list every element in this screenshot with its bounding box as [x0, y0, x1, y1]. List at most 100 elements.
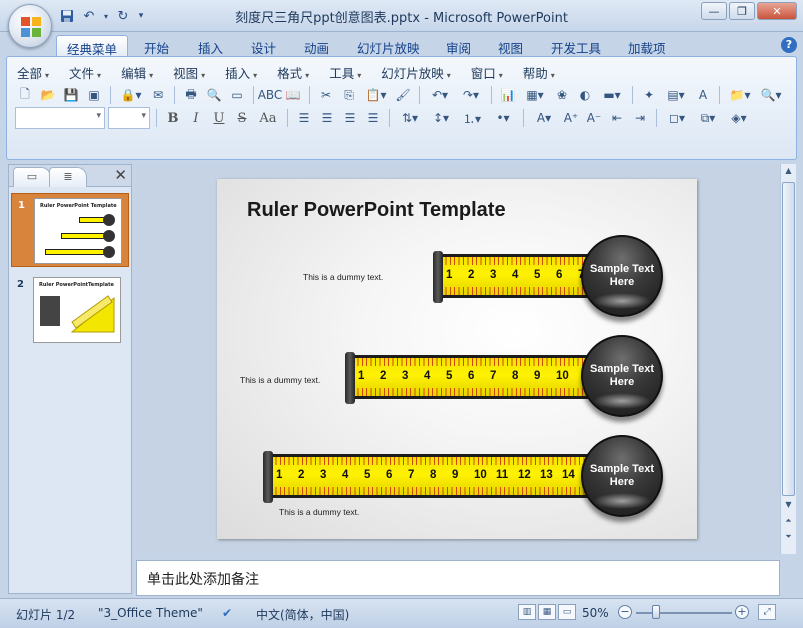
- bold-button[interactable]: B: [163, 108, 183, 128]
- restore-button[interactable]: ❐: [729, 2, 755, 20]
- send-icon[interactable]: ✉: [148, 85, 168, 105]
- menu-tools[interactable]: 工具 ▾: [319, 63, 371, 82]
- language-indicator[interactable]: 中文(简体，中国): [256, 606, 349, 623]
- tab-view[interactable]: 视图: [488, 35, 533, 57]
- numbering-icon[interactable]: ⒈▾: [458, 108, 486, 128]
- zoom-in-icon[interactable]: +: [735, 605, 749, 619]
- sample-text-badge[interactable]: Sample Text Here: [581, 435, 663, 517]
- slide[interactable]: Ruler PowerPoint Template This is a dumm…: [217, 179, 697, 539]
- new-document-icon[interactable]: 🗋: [15, 85, 35, 105]
- sample-text-badge[interactable]: Sample Text Here: [581, 335, 663, 417]
- previous-slide-icon[interactable]: ⏶: [781, 516, 796, 530]
- align-left-icon[interactable]: ☰: [294, 108, 314, 128]
- tab-developer[interactable]: 开发工具: [541, 35, 611, 57]
- save-icon[interactable]: 💾: [61, 85, 81, 105]
- shapes-icon[interactable]: ◻▾: [663, 108, 691, 128]
- text-direction-icon[interactable]: ⇅▾: [396, 108, 424, 128]
- slide-editing-area[interactable]: Ruler PowerPoint Template This is a dumm…: [136, 164, 780, 554]
- menu-view[interactable]: 视图 ▾: [163, 63, 215, 82]
- font-color-icon[interactable]: A▾: [530, 108, 558, 128]
- slides-tab[interactable]: ▭: [13, 167, 51, 187]
- theme-name[interactable]: "3_Office Theme": [98, 606, 203, 620]
- paste-icon[interactable]: 📋▾: [362, 85, 390, 105]
- font-size-combo[interactable]: [108, 107, 150, 129]
- save-as-pdf-icon[interactable]: ▣: [84, 85, 104, 105]
- open-folder-icon[interactable]: 📁▾: [726, 85, 754, 105]
- change-case-button[interactable]: Aa: [255, 108, 281, 128]
- zoom-level[interactable]: 50%: [582, 606, 609, 620]
- open-folder-icon[interactable]: 📂: [38, 85, 58, 105]
- line-spacing-icon[interactable]: ↕▾: [427, 108, 455, 128]
- scroll-down-icon[interactable]: ▼: [781, 500, 796, 514]
- underline-button[interactable]: U: [209, 108, 229, 128]
- slide-show-view-icon[interactable]: ▭: [558, 604, 576, 620]
- format-painter-icon[interactable]: 🖌: [393, 85, 413, 105]
- close-button[interactable]: ✕: [757, 2, 797, 20]
- insert-table-icon[interactable]: ▦▾: [521, 85, 549, 105]
- increase-indent-icon[interactable]: ⇥: [630, 108, 650, 128]
- menu-window[interactable]: 窗口 ▾: [461, 63, 513, 82]
- zoom-slider-handle[interactable]: [652, 605, 660, 619]
- font-name-combo[interactable]: [15, 107, 105, 129]
- layout-icon[interactable]: ▤▾: [662, 85, 690, 105]
- ruler-tape[interactable]: 1234567: [433, 251, 591, 303]
- align-right-icon[interactable]: ☰: [340, 108, 360, 128]
- fit-to-window-icon[interactable]: ⤢: [758, 604, 776, 620]
- italic-button[interactable]: I: [186, 108, 206, 128]
- slide-show-icon[interactable]: ▭: [227, 85, 247, 105]
- decrease-indent-icon[interactable]: ⇤: [607, 108, 627, 128]
- fill-color-icon[interactable]: ▬▾: [598, 85, 626, 105]
- spell-check-icon[interactable]: ✔: [222, 606, 232, 620]
- zoom-out-icon[interactable]: −: [618, 605, 632, 619]
- scroll-up-icon[interactable]: ▲: [781, 166, 796, 180]
- clip-art-icon[interactable]: ❀: [552, 85, 572, 105]
- ruler-tape[interactable]: 1 2 3 4 5 6 7 8 9 10 11 12 13 14: [263, 451, 591, 503]
- minimize-button[interactable]: —: [701, 2, 727, 20]
- research-icon[interactable]: 📖: [283, 85, 303, 105]
- cut-icon[interactable]: ✂: [316, 85, 336, 105]
- notes-pane[interactable]: 单击此处添加备注: [136, 560, 780, 596]
- justify-icon[interactable]: ☰: [363, 108, 383, 128]
- arrange-icon[interactable]: ⧉▾: [694, 108, 722, 128]
- normal-view-icon[interactable]: ▥: [518, 604, 536, 620]
- tab-home[interactable]: 开始: [134, 35, 179, 57]
- new-slide-icon[interactable]: ✦: [639, 85, 659, 105]
- tab-insert[interactable]: 插入: [188, 35, 233, 57]
- tab-slideshow[interactable]: 幻灯片放映: [347, 35, 430, 57]
- shrink-font-icon[interactable]: A⁻: [584, 108, 604, 128]
- office-button[interactable]: [8, 4, 52, 48]
- tab-animation[interactable]: 动画: [294, 35, 339, 57]
- tab-design[interactable]: 设计: [241, 35, 286, 57]
- dummy-text[interactable]: This is a dummy text.: [240, 375, 320, 385]
- insert-chart-icon[interactable]: 📊: [498, 85, 518, 105]
- spelling-icon[interactable]: ABC: [258, 85, 283, 105]
- copy-icon[interactable]: ⎘: [339, 85, 359, 105]
- vertical-scrollbar[interactable]: ▲ ▼ ⏶ ⏷: [780, 164, 796, 554]
- slide-sorter-icon[interactable]: ▦: [538, 604, 556, 620]
- tab-review[interactable]: 审阅: [436, 35, 481, 57]
- slide-thumbnail-1[interactable]: 1 Ruler PowerPoint Template: [11, 193, 129, 267]
- outline-tab[interactable]: ≣: [49, 167, 87, 187]
- quick-styles-icon[interactable]: ◈▾: [725, 108, 753, 128]
- zoom-icon[interactable]: 🔍▾: [757, 85, 785, 105]
- strikethrough-button[interactable]: S: [232, 108, 252, 128]
- next-slide-icon[interactable]: ⏷: [781, 532, 796, 546]
- print-icon[interactable]: 🖶: [181, 85, 201, 105]
- zoom-slider[interactable]: [636, 612, 732, 614]
- color-grayscale-icon[interactable]: ◐: [575, 85, 595, 105]
- menu-all[interactable]: 全部 ▾: [7, 63, 59, 82]
- ruler-tape[interactable]: 1 2 3 4 5 6 7 8 9 10: [345, 352, 591, 404]
- menu-slideshow[interactable]: 幻灯片放映 ▾: [371, 63, 461, 82]
- undo-icon[interactable]: ↶▾: [426, 85, 454, 105]
- bullets-icon[interactable]: •▾: [489, 108, 517, 128]
- menu-file[interactable]: 文件 ▾: [59, 63, 111, 82]
- tab-addins[interactable]: 加载项: [618, 35, 676, 57]
- menu-edit[interactable]: 编辑 ▾: [111, 63, 163, 82]
- menu-help[interactable]: 帮助 ▾: [513, 63, 565, 82]
- close-icon[interactable]: ✕: [114, 166, 127, 184]
- grow-font-icon[interactable]: A⁺: [561, 108, 581, 128]
- permission-icon[interactable]: 🔒▾: [117, 85, 145, 105]
- redo-icon[interactable]: ↷▾: [457, 85, 485, 105]
- text-box-icon[interactable]: A: [693, 85, 713, 105]
- help-icon[interactable]: ?: [781, 37, 797, 53]
